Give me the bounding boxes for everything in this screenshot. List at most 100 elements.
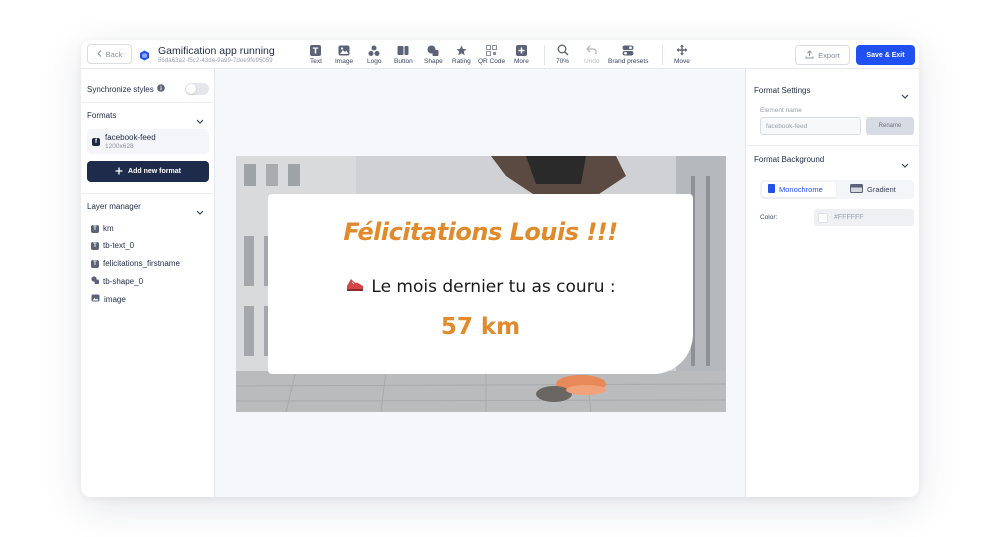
- move-label: Move: [674, 58, 690, 65]
- running-shoe-icon: [345, 276, 365, 297]
- image-layer-icon: [91, 294, 100, 304]
- image-icon: [338, 44, 350, 56]
- tool-button[interactable]: Button: [394, 44, 413, 65]
- format-size: 1200x628: [105, 143, 134, 150]
- undo-icon: [586, 44, 597, 56]
- logo-icon: [368, 44, 380, 56]
- right-sidebar: Format Settings Element name facebook-fe…: [745, 69, 919, 497]
- layer-manager-title: Layer manager: [87, 202, 141, 211]
- brand-presets-label: Brand presets: [608, 58, 649, 65]
- project-title: Gamification app running: [158, 45, 275, 57]
- toolbar-separator: [544, 45, 545, 65]
- undo-button[interactable]: Undo: [584, 44, 600, 65]
- zoom-level: 70%: [556, 58, 570, 65]
- shape-layer-icon: [91, 276, 99, 286]
- divider: [81, 193, 215, 194]
- chevron-down-icon[interactable]: [196, 112, 204, 124]
- layer-name: felicitations_firstname: [103, 259, 180, 268]
- layer-item-km[interactable]: T km: [91, 224, 114, 233]
- export-button[interactable]: Export: [795, 45, 850, 65]
- tb-text-0[interactable]: Le mois dernier tu as couru :: [268, 276, 693, 297]
- gradient-swatch-icon: [850, 184, 863, 195]
- synchronize-styles-toggle[interactable]: [185, 83, 209, 95]
- tool-more[interactable]: More: [514, 44, 529, 65]
- plus-icon: [515, 44, 527, 56]
- layer-item-tb-shape-0[interactable]: tb-shape_0: [91, 276, 143, 286]
- shape-icon: [427, 44, 439, 56]
- chevron-down-icon[interactable]: [196, 203, 204, 215]
- top-toolbar: Back Gamification app running 56da63a2-f…: [81, 40, 919, 69]
- svg-text:T: T: [313, 46, 319, 55]
- subline-text: Le mois dernier tu as couru :: [371, 276, 616, 297]
- info-icon: [156, 84, 165, 94]
- tool-label: Text: [310, 58, 322, 65]
- back-button[interactable]: Back: [87, 44, 132, 64]
- tool-rating[interactable]: Rating: [452, 44, 471, 65]
- tab-monochrome[interactable]: Monochrome: [762, 182, 836, 197]
- facebook-icon: f: [92, 138, 100, 146]
- move-button[interactable]: Move: [674, 44, 690, 65]
- tool-label: Button: [394, 58, 413, 65]
- save-exit-button[interactable]: Save & Exit: [856, 45, 915, 65]
- layer-item-felicitations-firstname[interactable]: T felicitations_firstname: [91, 259, 180, 268]
- layer-item-image[interactable]: image: [91, 294, 126, 304]
- chevron-left-icon: [96, 49, 102, 59]
- color-swatch[interactable]: [818, 212, 828, 223]
- chevron-down-icon[interactable]: [901, 87, 909, 99]
- qr-code-icon: [486, 44, 498, 56]
- move-arrows-icon: [676, 44, 688, 56]
- tool-label: QR Code: [478, 58, 506, 65]
- rename-button[interactable]: Rename: [866, 117, 914, 135]
- left-sidebar: Synchronize styles Formats f facebook-fe…: [81, 69, 215, 497]
- format-name: facebook-feed: [105, 133, 156, 142]
- tool-text[interactable]: T Text: [310, 44, 322, 65]
- formats-title: Formats: [87, 111, 117, 120]
- layer-name: km: [103, 224, 114, 233]
- monochrome-label: Monochrome: [779, 185, 823, 194]
- layer-name: tb-text_0: [103, 241, 135, 250]
- star-icon: [456, 44, 467, 56]
- color-picker-input[interactable]: #FFFFFF: [814, 209, 914, 226]
- plus-icon: [115, 167, 123, 177]
- element-name-input[interactable]: facebook-feed: [760, 117, 861, 135]
- upload-icon: [805, 49, 814, 61]
- format-item-facebook-feed[interactable]: f facebook-feed 1200x628: [87, 129, 209, 154]
- color-label: Color:: [760, 214, 778, 221]
- message-card-shape[interactable]: Félicitations Louis !!! Le mois dernier …: [268, 194, 693, 374]
- tab-gradient[interactable]: Gradient: [850, 182, 896, 197]
- canvas-area[interactable]: Félicitations Louis !!! Le mois dernier …: [215, 69, 745, 497]
- toolbar-separator: [662, 45, 663, 65]
- tool-label: Image: [335, 58, 354, 65]
- add-new-format-button[interactable]: Add new format: [87, 161, 209, 182]
- tool-label: Logo: [367, 58, 382, 65]
- background-type-switch: Monochrome Gradient: [760, 180, 914, 199]
- zoom-control[interactable]: 70%: [556, 44, 569, 65]
- text-layer-icon: T: [91, 224, 99, 233]
- felicitations-firstname-text[interactable]: Félicitations Louis !!!: [268, 218, 693, 246]
- editor-window: Back Gamification app running 56da63a2-f…: [81, 40, 919, 497]
- tool-qr-code[interactable]: QR Code: [478, 44, 505, 65]
- brand-presets-button[interactable]: Brand presets: [608, 44, 648, 65]
- km-text[interactable]: 57 km: [268, 314, 693, 340]
- tool-label: More: [514, 58, 529, 65]
- format-background-title: Format Background: [754, 155, 825, 164]
- tool-logo[interactable]: Logo: [367, 44, 381, 65]
- magnifier-icon: [557, 44, 569, 56]
- color-value: #FFFFFF: [834, 214, 864, 221]
- tool-label: Shape: [424, 58, 443, 65]
- button-icon: [397, 44, 409, 56]
- project-id: 56da63a2-f5c2-43de-9a99-7dee9fe95059: [158, 58, 273, 64]
- text-icon: T: [310, 44, 322, 56]
- chevron-down-icon[interactable]: [901, 156, 909, 168]
- layer-item-tb-text-0[interactable]: T tb-text_0: [91, 241, 134, 250]
- text-layer-icon: T: [91, 241, 99, 250]
- tool-image[interactable]: Image: [335, 44, 353, 65]
- synchronize-styles-row: Synchronize styles: [87, 84, 165, 94]
- synchronize-styles-label: Synchronize styles: [87, 84, 154, 94]
- tool-label: Rating: [452, 58, 471, 65]
- format-settings-title: Format Settings: [754, 86, 811, 95]
- project-cube-icon: [139, 48, 150, 61]
- artboard-facebook-feed[interactable]: Félicitations Louis !!! Le mois dernier …: [236, 156, 726, 412]
- divider: [81, 102, 215, 103]
- tool-shape[interactable]: Shape: [424, 44, 443, 65]
